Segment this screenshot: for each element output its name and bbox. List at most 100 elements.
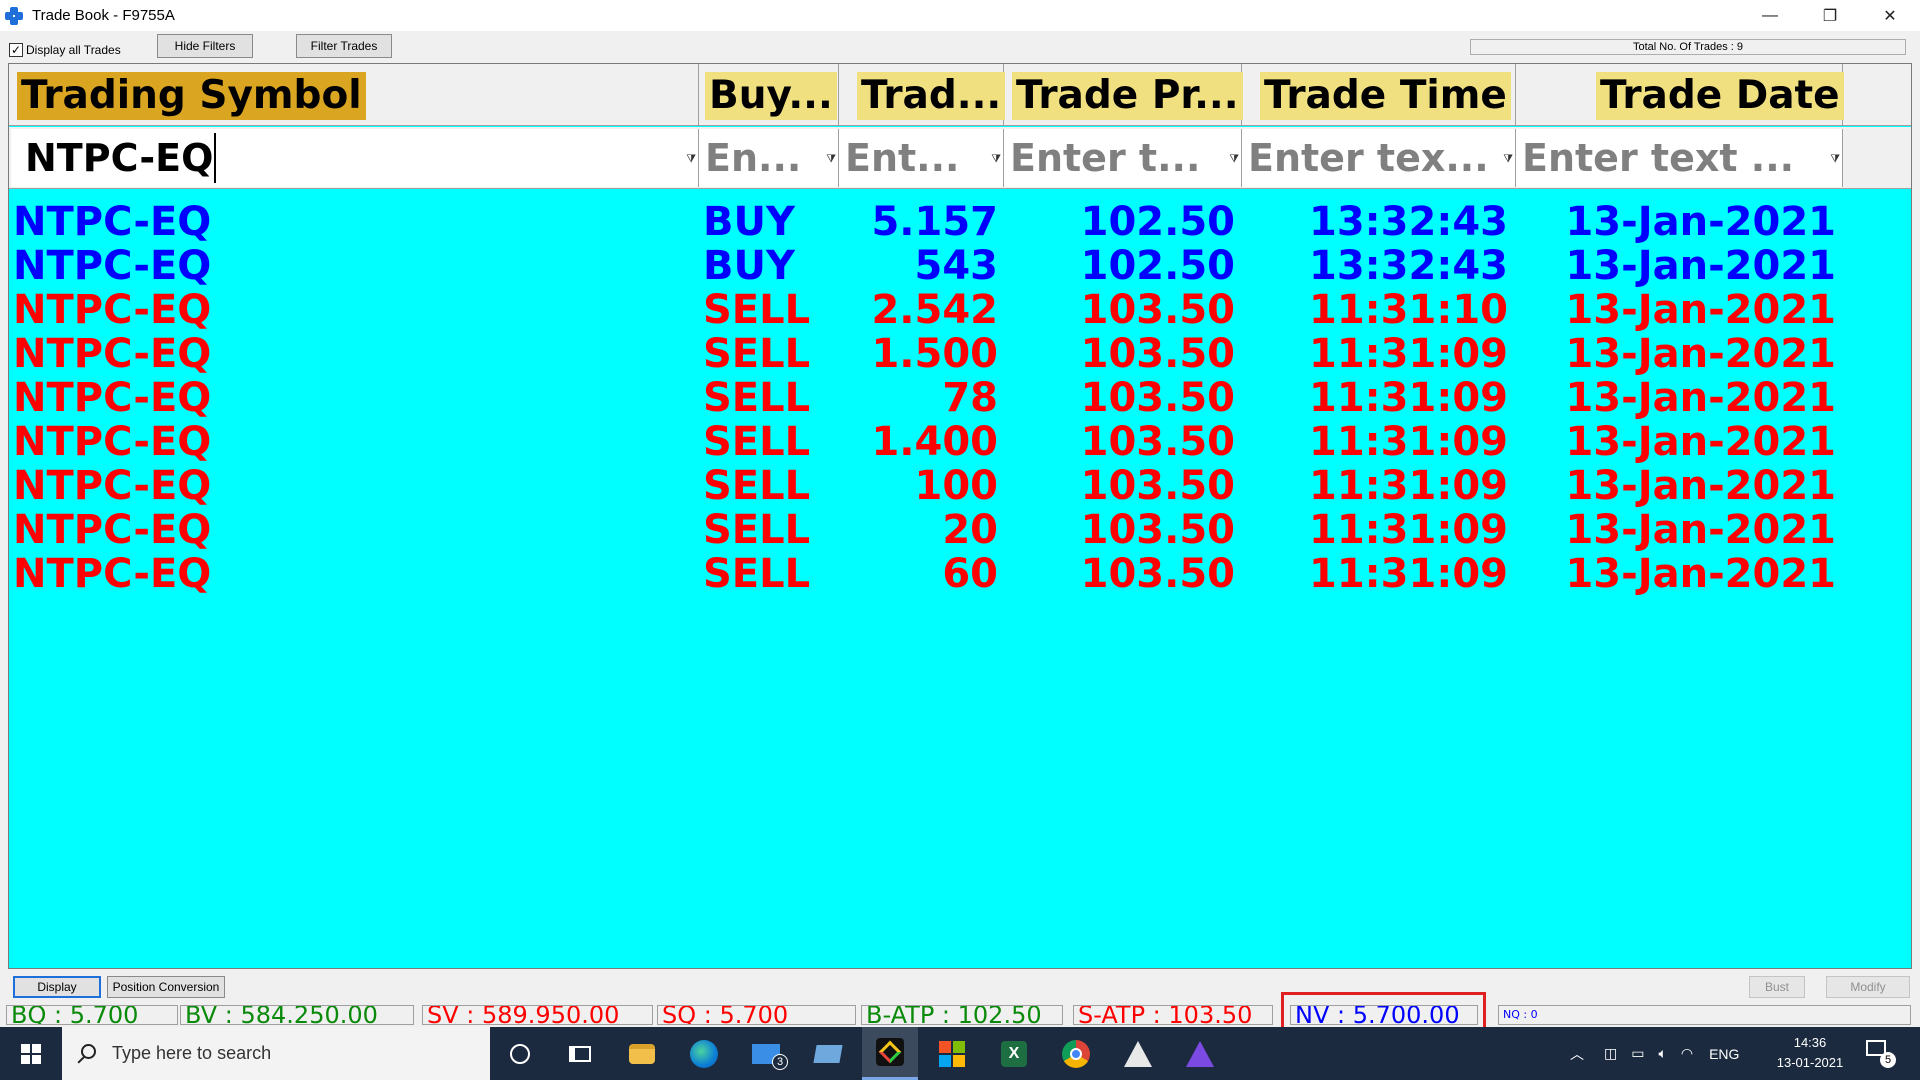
- cell-qty: 100: [914, 463, 999, 509]
- window-title: Trade Book - F9755A: [32, 7, 175, 24]
- checkbox-box[interactable]: ✓: [9, 43, 23, 57]
- filter-placeholder[interactable]: Enter tex...: [1248, 133, 1489, 183]
- excel-icon[interactable]: X: [986, 1027, 1042, 1080]
- file-explorer-icon[interactable]: [614, 1027, 670, 1080]
- column-header-trade-date[interactable]: Trade Date: [1516, 64, 1844, 126]
- cell-price: 103.50: [1080, 551, 1235, 597]
- table-row[interactable]: NTPC-EQ BUY 5.157 102.50 13:32:43 13-Jan-2021: [9, 200, 1911, 244]
- language-indicator[interactable]: ENG: [1709, 1046, 1739, 1062]
- column-header-trade-time[interactable]: Trade Time: [1242, 64, 1516, 126]
- modify-button[interactable]: Modify: [1826, 976, 1910, 998]
- table-row[interactable]: NTPC-EQ SELL 1.500 103.50 11:31:09 13-Jan-202…: [9, 332, 1911, 376]
- filter-input-value[interactable]: NTPC-EQ: [25, 133, 217, 183]
- clock[interactable]: 14:36 13-01-2021: [1770, 1033, 1850, 1073]
- buy-quantity-stat: BQ : 5.700: [6, 1005, 178, 1025]
- wifi-icon[interactable]: ◠: [1681, 1045, 1693, 1062]
- cell-symbol: NTPC-EQ: [13, 375, 212, 421]
- cell-price: 103.50: [1080, 507, 1235, 553]
- column-label: Trad...: [857, 72, 1006, 120]
- cell-symbol: NTPC-EQ: [13, 243, 212, 289]
- taskbar-search[interactable]: Type here to search: [62, 1027, 490, 1080]
- column-label: Trade Pr...: [1012, 72, 1243, 120]
- column-header-buy-sell[interactable]: Buy...: [699, 64, 839, 126]
- column-header-trade-qty[interactable]: Trad...: [839, 64, 1006, 126]
- display-all-trades-label: Display all Trades: [26, 43, 121, 57]
- filter-row: NTPC-EQ ⧩ En... ⧩ Ent... ⧩ Enter t... ⧩ …: [9, 127, 1911, 189]
- filter-placeholder[interactable]: Enter t...: [1010, 133, 1200, 183]
- battery-icon[interactable]: ▭: [1631, 1045, 1644, 1062]
- filter-buy-sell[interactable]: En... ⧩: [699, 129, 839, 187]
- edge-icon[interactable]: [676, 1027, 732, 1080]
- funnel-icon[interactable]: ⧩: [1830, 153, 1840, 166]
- column-header-trading-symbol[interactable]: Trading Symbol: [9, 64, 699, 126]
- funnel-icon[interactable]: ⧩: [1229, 153, 1239, 166]
- table-row[interactable]: NTPC-EQ SELL 2.542 103.50 11:31:10 13-Jan-202…: [9, 288, 1911, 332]
- cortana-icon[interactable]: [492, 1027, 548, 1080]
- filter-placeholder[interactable]: En...: [705, 133, 801, 183]
- funnel-icon[interactable]: ⧩: [1503, 153, 1513, 166]
- table-row[interactable]: NTPC-EQ SELL 100 103.50 11:31:09 13-Jan-2021: [9, 464, 1911, 508]
- table-row[interactable]: NTPC-EQ SELL 60 103.50 11:31:09 13-Jan-2021: [9, 552, 1911, 596]
- filter-trade-qty[interactable]: Ent... ⧩: [839, 129, 1004, 187]
- funnel-icon[interactable]: ⧩: [991, 153, 1001, 166]
- filter-placeholder[interactable]: Enter text ...: [1522, 133, 1794, 183]
- cell-price: 103.50: [1080, 331, 1235, 377]
- cell-time: 11:31:10: [1309, 287, 1508, 333]
- filter-trades-button[interactable]: Filter Trades: [296, 34, 392, 58]
- taskbar: Type here to search 3 X ︿ ◫ ▭ 🔈︎ ◠ ENG 1…: [0, 1027, 1920, 1080]
- header-row: Trading Symbol Buy... Trad... Trade Pr..…: [9, 64, 1911, 126]
- cell-side: SELL: [703, 419, 811, 465]
- triangle-app-icon[interactable]: [1110, 1027, 1166, 1080]
- cell-qty: 2.542: [871, 287, 998, 333]
- cell-date: 13-Jan-2021: [1565, 199, 1836, 245]
- chrome-icon[interactable]: [1048, 1027, 1104, 1080]
- filter-placeholder[interactable]: Ent...: [845, 133, 959, 183]
- display-button[interactable]: Display: [13, 976, 101, 998]
- restore-button[interactable]: ❐: [1800, 0, 1860, 31]
- filter-trade-price[interactable]: Enter t... ⧩: [1004, 129, 1242, 187]
- table-row[interactable]: NTPC-EQ SELL 78 103.50 11:31:09 13-Jan-2021: [9, 376, 1911, 420]
- table-row[interactable]: NTPC-EQ SELL 1.400 103.50 11:31:09 13-Jan-202…: [9, 420, 1911, 464]
- cell-symbol: NTPC-EQ: [13, 551, 212, 597]
- task-view-icon[interactable]: [552, 1027, 608, 1080]
- cell-qty: 60: [942, 551, 998, 597]
- trading-app-icon[interactable]: [862, 1027, 918, 1080]
- cell-price: 103.50: [1080, 375, 1235, 421]
- mail-icon[interactable]: 3: [738, 1027, 794, 1080]
- hide-filters-button[interactable]: Hide Filters: [157, 34, 253, 58]
- volume-icon[interactable]: 🔈︎: [1658, 1045, 1666, 1062]
- cell-date: 13-Jan-2021: [1565, 419, 1836, 465]
- funnel-icon[interactable]: ⧩: [826, 153, 836, 166]
- filter-trade-date[interactable]: Enter text ... ⧩: [1516, 129, 1843, 187]
- filter-trade-time[interactable]: Enter tex... ⧩: [1242, 129, 1516, 187]
- total-trades-count: Total No. Of Trades : 9: [1470, 39, 1906, 55]
- display-all-trades-checkbox[interactable]: ✓ Display all Trades: [9, 43, 121, 57]
- notification-center-icon[interactable]: 5: [1866, 1040, 1896, 1068]
- camera-icon[interactable]: ◫: [1604, 1045, 1617, 1062]
- position-conversion-button[interactable]: Position Conversion: [107, 976, 225, 998]
- bust-button[interactable]: Bust: [1749, 976, 1805, 998]
- funnel-icon[interactable]: ⧩: [686, 153, 696, 166]
- notification-count: 5: [1880, 1052, 1896, 1068]
- cell-qty: 1.500: [871, 331, 998, 377]
- store-icon[interactable]: [924, 1027, 980, 1080]
- prism-app-icon[interactable]: [1172, 1027, 1228, 1080]
- chevron-up-icon[interactable]: ︿: [1570, 1044, 1584, 1064]
- table-row[interactable]: NTPC-EQ SELL 20 103.50 11:31:09 13-Jan-2021: [9, 508, 1911, 552]
- laptop-icon[interactable]: [800, 1027, 856, 1080]
- minimize-button[interactable]: —: [1740, 0, 1800, 31]
- cell-time: 11:31:09: [1309, 419, 1508, 465]
- cell-qty: 78: [942, 375, 998, 421]
- cell-time: 11:31:09: [1309, 463, 1508, 509]
- search-placeholder: Type here to search: [112, 1043, 272, 1063]
- start-button[interactable]: [0, 1027, 62, 1080]
- column-header-trade-price[interactable]: Trade Pr...: [1004, 64, 1243, 126]
- table-row[interactable]: NTPC-EQ BUY 543 102.50 13:32:43 13-Jan-2021: [9, 244, 1911, 288]
- close-button[interactable]: ✕: [1860, 0, 1920, 31]
- cell-side: BUY: [703, 243, 795, 289]
- filter-trading-symbol[interactable]: NTPC-EQ ⧩: [11, 129, 699, 187]
- cell-time: 11:31:09: [1309, 551, 1508, 597]
- column-label: Buy...: [705, 72, 837, 120]
- buy-avg-price-stat: B-ATP : 102.50: [861, 1005, 1063, 1025]
- clock-time: 14:36: [1793, 1035, 1827, 1050]
